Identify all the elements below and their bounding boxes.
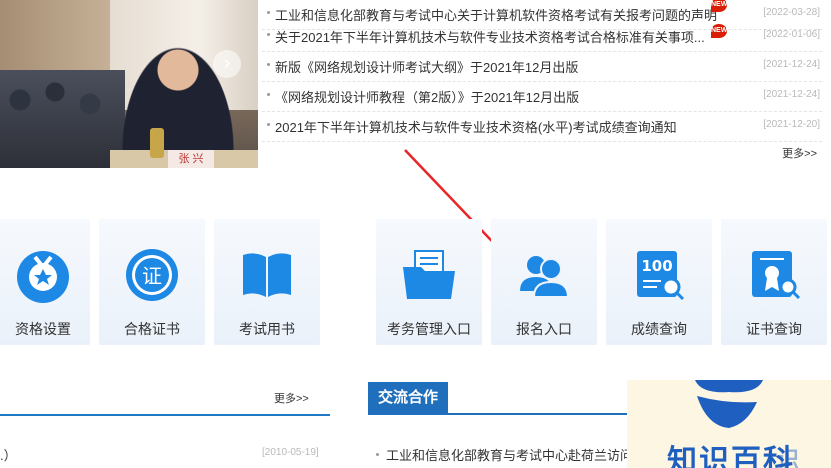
tile-label: 证书查询 [746,321,802,337]
certificate-seal-icon: 证 [126,249,178,301]
medal-icon [17,251,69,303]
users-icon [520,256,570,298]
left-section-date: [2010-05-19] [262,447,319,458]
left-section-more-link[interactable]: 更多>> [274,390,309,406]
svg-text:100: 100 [641,257,672,275]
book-icon [243,253,291,297]
tile-qualification-certificate[interactable]: 证 合格证书 [99,219,205,345]
watermark-text: 知识百科 [667,445,795,468]
watermark-logo-icon [695,380,763,428]
left-section-item[interactable]: .） [0,445,17,464]
tile-label: 考务管理入口 [387,321,471,337]
tile-label: 资格设置 [15,321,71,337]
score-search-icon: 100 [637,251,685,301]
tile-label: 成绩查询 [631,321,687,337]
tile-qualification-settings[interactable]: 资格设置 [0,219,90,345]
tile-label: 合格证书 [124,321,180,337]
left-section-divider [0,414,330,416]
svg-text:证: 证 [142,264,162,288]
tile-exam-books[interactable]: 考试用书 [214,219,320,345]
tab-exchange-cooperation[interactable]: 交流合作 [368,382,448,414]
certificate-search-icon [752,251,801,300]
watermark: 知识百科 识 [627,380,831,468]
bullet-icon [376,453,379,456]
tile-exam-management-entry[interactable]: 考务管理入口 [376,219,482,345]
tile-certificate-query[interactable]: 证书查询 [721,219,827,345]
tile-label: 报名入口 [516,321,572,337]
watermark-extra: 识 [777,447,800,468]
tile-label: 考试用书 [239,321,295,337]
tile-registration-entry[interactable]: 报名入口 [491,219,597,345]
folder-icon [403,250,455,299]
tile-score-query[interactable]: 100 成绩查询 [606,219,712,345]
right-section-item[interactable]: 工业和信息化部教育与考试中心赴荷兰访问 [386,445,633,464]
